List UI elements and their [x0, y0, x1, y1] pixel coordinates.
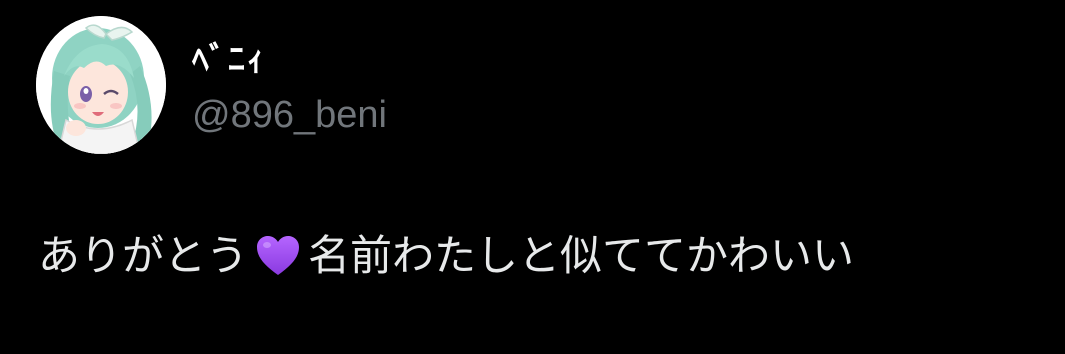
tweet: ﾍﾞﾆｨ @896_beni ありがとう 名前わたしと似ててかわいい: [0, 0, 1065, 354]
avatar[interactable]: [36, 16, 166, 154]
tweet-text: ありがとう 名前わたしと似ててかわいい: [38, 226, 854, 286]
purple-heart-icon: [257, 236, 300, 275]
anime-girl-avatar-icon: [36, 16, 166, 154]
tweet-text-after: 名前わたしと似ててかわいい: [308, 231, 855, 280]
tweet-text-before: ありがとう: [38, 231, 249, 280]
display-name[interactable]: ﾍﾞﾆｨ: [192, 38, 266, 82]
user-handle[interactable]: @896_beni: [192, 92, 387, 138]
